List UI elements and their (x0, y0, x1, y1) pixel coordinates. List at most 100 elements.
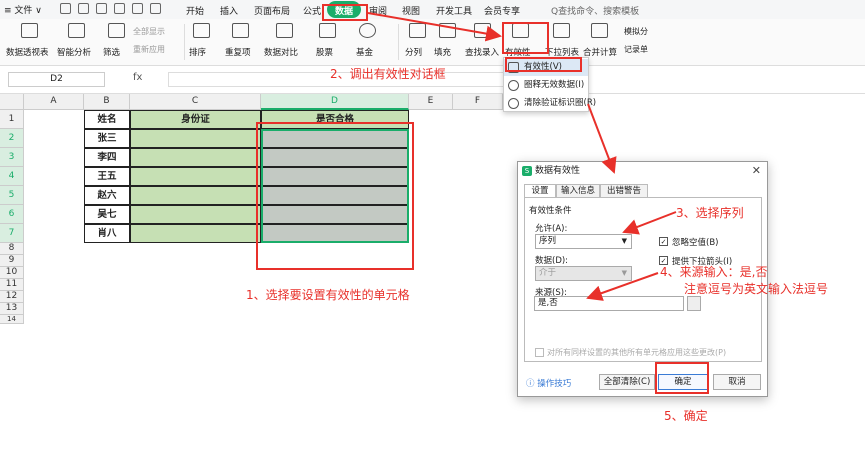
ribbon-divider (184, 24, 185, 60)
reapply-button[interactable]: 重新应用 (133, 44, 165, 55)
column-header-selected[interactable]: D (261, 94, 409, 110)
allow-select[interactable]: 序列 ▼ (535, 234, 632, 249)
lookup-entry-button[interactable]: 查找录入 (465, 23, 499, 58)
ignore-blank-checkbox[interactable]: ✓ (659, 237, 668, 246)
simulate-button[interactable]: 模拟分 (624, 26, 648, 37)
tab-developer[interactable]: 开发工具 (436, 4, 472, 17)
id-cell[interactable] (130, 224, 261, 243)
close-icon[interactable]: ✕ (752, 164, 761, 177)
fx-icon[interactable]: fx (133, 72, 142, 83)
menu-item-circle-invalid[interactable]: 圈释无效数据(I) (504, 77, 588, 94)
tab-settings[interactable]: 设置 (524, 184, 556, 198)
data-select[interactable]: 介于 ▼ (535, 266, 632, 281)
select-all-corner[interactable] (0, 94, 24, 110)
row-header[interactable]: 8 (0, 243, 24, 255)
fund-button[interactable]: 基金 (356, 23, 378, 58)
row-header[interactable]: 1 (0, 110, 24, 129)
command-search[interactable]: Q查找命令、搜索模板 (551, 4, 639, 17)
tab-formula[interactable]: 公式 (303, 4, 321, 17)
name-cell[interactable]: 赵六 (84, 186, 130, 205)
merge-calc-icon (590, 23, 608, 38)
name-cell[interactable]: 肖八 (84, 224, 130, 243)
row-header[interactable]: 2 (0, 129, 24, 148)
column-header[interactable]: B (84, 94, 130, 110)
export-icon[interactable] (78, 3, 89, 14)
id-cell[interactable] (130, 148, 261, 167)
data-label: 数据(D): (535, 256, 569, 266)
sort-button[interactable]: 排序 (189, 23, 213, 58)
compare-icon (275, 23, 293, 38)
split-button[interactable]: 分列 (405, 23, 429, 58)
wps-logo-icon: S (522, 166, 532, 176)
clear-all-button[interactable]: 全部清除(C) (599, 374, 655, 390)
stock-icon (318, 23, 336, 38)
row-header[interactable]: 10 (0, 267, 24, 279)
name-cell[interactable]: 王五 (84, 167, 130, 186)
print-icon[interactable] (96, 3, 107, 14)
name-cell[interactable]: 吴七 (84, 205, 130, 224)
range-select-icon[interactable] (687, 296, 701, 311)
fill-button[interactable]: 填充 (434, 23, 460, 58)
file-menu[interactable]: ≡ 文件 ∨ (4, 3, 42, 16)
tab-error-alert[interactable]: 出错警告 (600, 184, 648, 198)
row-header[interactable]: 14 (0, 315, 24, 324)
filter-button[interactable]: 筛选 (103, 23, 129, 58)
column-header[interactable]: C (130, 94, 261, 110)
ribbon-divider (398, 24, 399, 60)
tab-layout[interactable]: 页面布局 (254, 4, 290, 17)
menu-item-clear-circles[interactable]: 清除验证标识圈(R) (504, 95, 596, 112)
tab-insert[interactable]: 插入 (220, 4, 238, 17)
tab-home[interactable]: 开始 (186, 4, 204, 17)
id-cell[interactable] (130, 205, 261, 224)
header-cell-name[interactable]: 姓名 (84, 110, 130, 129)
row-header[interactable]: 9 (0, 255, 24, 267)
apply-all-label: 对所有同样设置的其他所有单元格应用这些更改(P) (547, 348, 727, 357)
source-input[interactable]: 是,否 (534, 296, 684, 311)
filter-icon (107, 23, 125, 38)
row-header[interactable]: 6 (0, 205, 24, 224)
dropdown-list-button[interactable]: 下拉列表 (545, 23, 579, 58)
ribbon: 数据透视表 智能分析 筛选 全部显示 重新应用 排序 重复项 数据对比 股票 基… (0, 19, 865, 66)
row-header[interactable]: 11 (0, 279, 24, 291)
clear-circle-icon (508, 98, 519, 109)
smart-analysis-button[interactable]: 智能分析 (57, 23, 95, 58)
column-header[interactable]: A (24, 94, 84, 110)
save-icon[interactable] (60, 3, 71, 14)
name-box[interactable]: D2 (8, 72, 105, 87)
redo-icon[interactable] (150, 3, 161, 14)
apply-all-checkbox[interactable] (535, 348, 544, 357)
id-cell[interactable] (130, 186, 261, 205)
duplicates-button[interactable]: 重复项 (225, 23, 255, 58)
name-cell[interactable]: 张三 (84, 129, 130, 148)
undo-icon[interactable] (132, 3, 143, 14)
section-label: 有效性条件 (529, 206, 572, 216)
compare-button[interactable]: 数据对比 (264, 23, 304, 58)
name-cell[interactable]: 李四 (84, 148, 130, 167)
tab-review[interactable]: 审阅 (369, 4, 387, 17)
cancel-button[interactable]: 取消 (713, 374, 761, 390)
tab-view[interactable]: 视图 (402, 4, 420, 17)
tips-link[interactable]: ⓘ 操作技巧 (526, 377, 571, 389)
column-header[interactable]: E (409, 94, 453, 110)
tab-input-message[interactable]: 输入信息 (556, 184, 600, 198)
row-header[interactable]: 5 (0, 186, 24, 205)
show-all-button[interactable]: 全部显示 (133, 26, 165, 37)
column-header[interactable]: F (453, 94, 503, 110)
id-cell[interactable] (130, 129, 261, 148)
tab-member[interactable]: 会员专享 (484, 4, 520, 17)
header-cell-id[interactable]: 身份证 (130, 110, 261, 129)
row-header[interactable]: 7 (0, 224, 24, 243)
id-cell[interactable] (130, 167, 261, 186)
chevron-down-icon: ▼ (621, 237, 627, 245)
row-header[interactable]: 4 (0, 167, 24, 186)
row-header[interactable]: 13 (0, 303, 24, 315)
pivot-table-button[interactable]: 数据透视表 (6, 23, 52, 58)
smart-analysis-icon (67, 23, 85, 38)
row-header[interactable]: 3 (0, 148, 24, 167)
stock-button[interactable]: 股票 (316, 23, 338, 58)
record-form-button[interactable]: 记录单 (624, 44, 648, 55)
fund-icon (358, 23, 376, 38)
preview-icon[interactable] (114, 3, 125, 14)
merge-calc-button[interactable]: 合并计算 (583, 23, 617, 58)
row-header[interactable]: 12 (0, 291, 24, 303)
